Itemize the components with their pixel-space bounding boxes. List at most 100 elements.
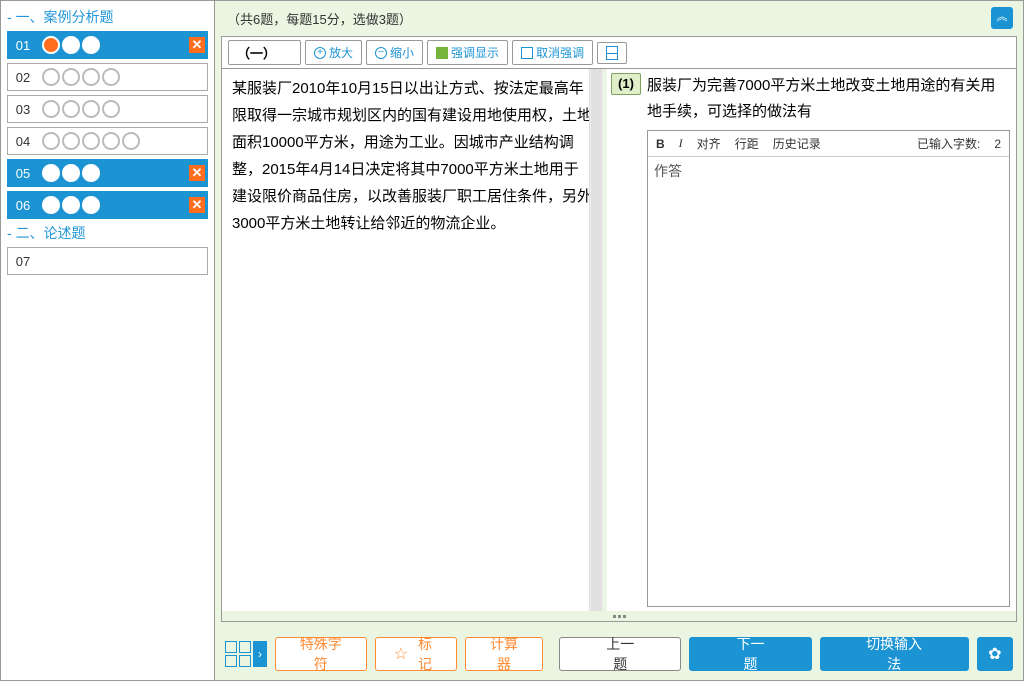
- question-nav-item[interactable]: 01 ✕: [7, 31, 208, 59]
- line-spacing-button[interactable]: 行距: [735, 135, 759, 152]
- dot-icon: [62, 196, 80, 214]
- split-panes: 某服装厂2010年10月15日以出让方式、按法定最高年限取得一宗城市规划区内的国…: [222, 69, 1016, 611]
- progress-dots: [42, 68, 120, 86]
- plus-icon: +: [314, 47, 326, 59]
- next-button[interactable]: 下一题: [689, 637, 811, 671]
- dot-icon: [42, 100, 60, 118]
- italic-button[interactable]: I: [679, 136, 683, 151]
- close-icon[interactable]: ✕: [189, 165, 205, 181]
- sub-question-text: 服装厂为完善7000平方米土地改变土地用途的有关用地手续，可选择的做法有: [647, 73, 1010, 124]
- align-button[interactable]: 对齐: [697, 135, 721, 152]
- dot-icon: [42, 164, 60, 182]
- progress-dots: [42, 132, 140, 150]
- char-count-value: 2: [994, 137, 1001, 151]
- close-icon[interactable]: ✕: [189, 37, 205, 53]
- dot-icon: [82, 68, 100, 86]
- settings-button[interactable]: ✿: [977, 637, 1013, 671]
- dot-icon: [82, 132, 100, 150]
- question-toolbar: （一） +放大 −缩小 强调显示 取消强调: [222, 37, 1016, 69]
- grid-icon: [225, 641, 251, 667]
- dot-icon: [102, 132, 120, 150]
- special-chars-button[interactable]: 特殊字符: [275, 637, 367, 671]
- chevron-right-icon: ›: [253, 641, 267, 667]
- progress-dots: [42, 164, 100, 182]
- dot-icon: [102, 100, 120, 118]
- question-nav-item[interactable]: 06 ✕: [7, 191, 208, 219]
- question-number-label: （一）: [228, 40, 301, 65]
- collapse-button[interactable]: ︽: [991, 7, 1013, 29]
- dot-icon: [102, 68, 120, 86]
- sub-question-row: (1) 服装厂为完善7000平方米土地改变土地用途的有关用地手续，可选择的做法有: [611, 73, 1010, 124]
- question-number: 02: [8, 70, 38, 85]
- ime-button[interactable]: 切换输入法: [820, 637, 969, 671]
- highlight-icon: [436, 47, 448, 59]
- question-nav-item[interactable]: 05 ✕: [7, 159, 208, 187]
- dot-icon: [42, 36, 60, 54]
- question-number: 03: [8, 102, 38, 117]
- content-panel: （一） +放大 −缩小 强调显示 取消强调 某服装厂2010年10月15日以出让…: [221, 36, 1017, 622]
- mark-button[interactable]: ☆标记: [375, 637, 457, 671]
- progress-dots: [42, 100, 120, 118]
- header-text: （共6题，每题15分，选做3题）: [227, 12, 412, 27]
- answer-pane: (1) 服装厂为完善7000平方米土地改变土地用途的有关用地手续，可选择的做法有…: [607, 69, 1016, 611]
- dot-icon: [82, 164, 100, 182]
- dot-icon: [62, 68, 80, 86]
- unhighlight-icon: [521, 47, 533, 59]
- main-area: （共6题，每题15分，选做3题） ︽ （一） +放大 −缩小 强调显示 取消强调…: [215, 0, 1024, 681]
- sidebar: 一、案例分析题 01 ✕ 02 03 04 05 ✕ 06 ✕ 二、论述题 07: [0, 0, 215, 681]
- zoom-in-button[interactable]: +放大: [305, 40, 362, 65]
- question-number: 06: [8, 198, 38, 213]
- scrollbar[interactable]: [589, 69, 603, 611]
- prev-button[interactable]: 上一题: [559, 637, 681, 671]
- question-number: 05: [8, 166, 38, 181]
- resize-handle-icon: [605, 611, 633, 621]
- dot-icon: [122, 132, 140, 150]
- close-icon[interactable]: ✕: [189, 197, 205, 213]
- sub-question-badge[interactable]: (1): [611, 73, 641, 95]
- dot-icon: [82, 100, 100, 118]
- resize-bar[interactable]: [222, 611, 1016, 621]
- gear-icon: ✿: [988, 644, 1001, 664]
- progress-dots: [42, 36, 100, 54]
- chevron-up-icon: ︽: [997, 11, 1008, 23]
- calculator-button[interactable]: 计算器: [465, 637, 543, 671]
- editor-textarea[interactable]: 作答: [648, 157, 1009, 606]
- question-nav-item[interactable]: 07: [7, 247, 208, 275]
- dot-icon: [42, 68, 60, 86]
- passage-pane[interactable]: 某服装厂2010年10月15日以出让方式、按法定最高年限取得一宗城市规划区内的国…: [222, 69, 607, 611]
- question-nav-item[interactable]: 02: [7, 63, 208, 91]
- question-nav-item[interactable]: 03: [7, 95, 208, 123]
- scrollbar-thumb[interactable]: [591, 69, 602, 611]
- question-number: 04: [8, 134, 38, 149]
- highlight-button[interactable]: 强调显示: [427, 40, 508, 65]
- minus-icon: −: [375, 47, 387, 59]
- history-button[interactable]: 历史记录: [773, 135, 821, 152]
- star-icon: ☆: [394, 644, 408, 664]
- question-number: 01: [8, 38, 38, 53]
- progress-dots: [42, 196, 100, 214]
- dot-icon: [42, 196, 60, 214]
- editor-toolbar: B I 对齐 行距 历史记录 已输入字数: 2: [648, 131, 1009, 157]
- header: （共6题，每题15分，选做3题） ︽: [215, 1, 1023, 36]
- section-title: 一、案例分析题: [7, 7, 208, 27]
- unhighlight-button[interactable]: 取消强调: [512, 40, 593, 65]
- question-nav-item[interactable]: 04: [7, 127, 208, 155]
- dot-icon: [82, 196, 100, 214]
- split-icon: [606, 46, 618, 60]
- grid-nav-button[interactable]: ›: [225, 641, 267, 667]
- split-view-button[interactable]: [597, 42, 627, 64]
- dot-icon: [82, 36, 100, 54]
- dot-icon: [62, 100, 80, 118]
- zoom-out-button[interactable]: −缩小: [366, 40, 423, 65]
- footer: › 特殊字符 ☆标记 计算器 上一题 下一题 切换输入法 ✿: [215, 628, 1023, 680]
- passage-text: 某服装厂2010年10月15日以出让方式、按法定最高年限取得一宗城市规划区内的国…: [232, 80, 592, 232]
- char-count-label: 已输入字数:: [917, 135, 980, 152]
- section-title: 二、论述题: [7, 223, 208, 243]
- dot-icon: [62, 132, 80, 150]
- bold-button[interactable]: B: [656, 137, 665, 151]
- dot-icon: [42, 132, 60, 150]
- dot-icon: [62, 36, 80, 54]
- question-number: 07: [8, 254, 38, 269]
- dot-icon: [62, 164, 80, 182]
- answer-editor: B I 对齐 行距 历史记录 已输入字数: 2 作答: [647, 130, 1010, 607]
